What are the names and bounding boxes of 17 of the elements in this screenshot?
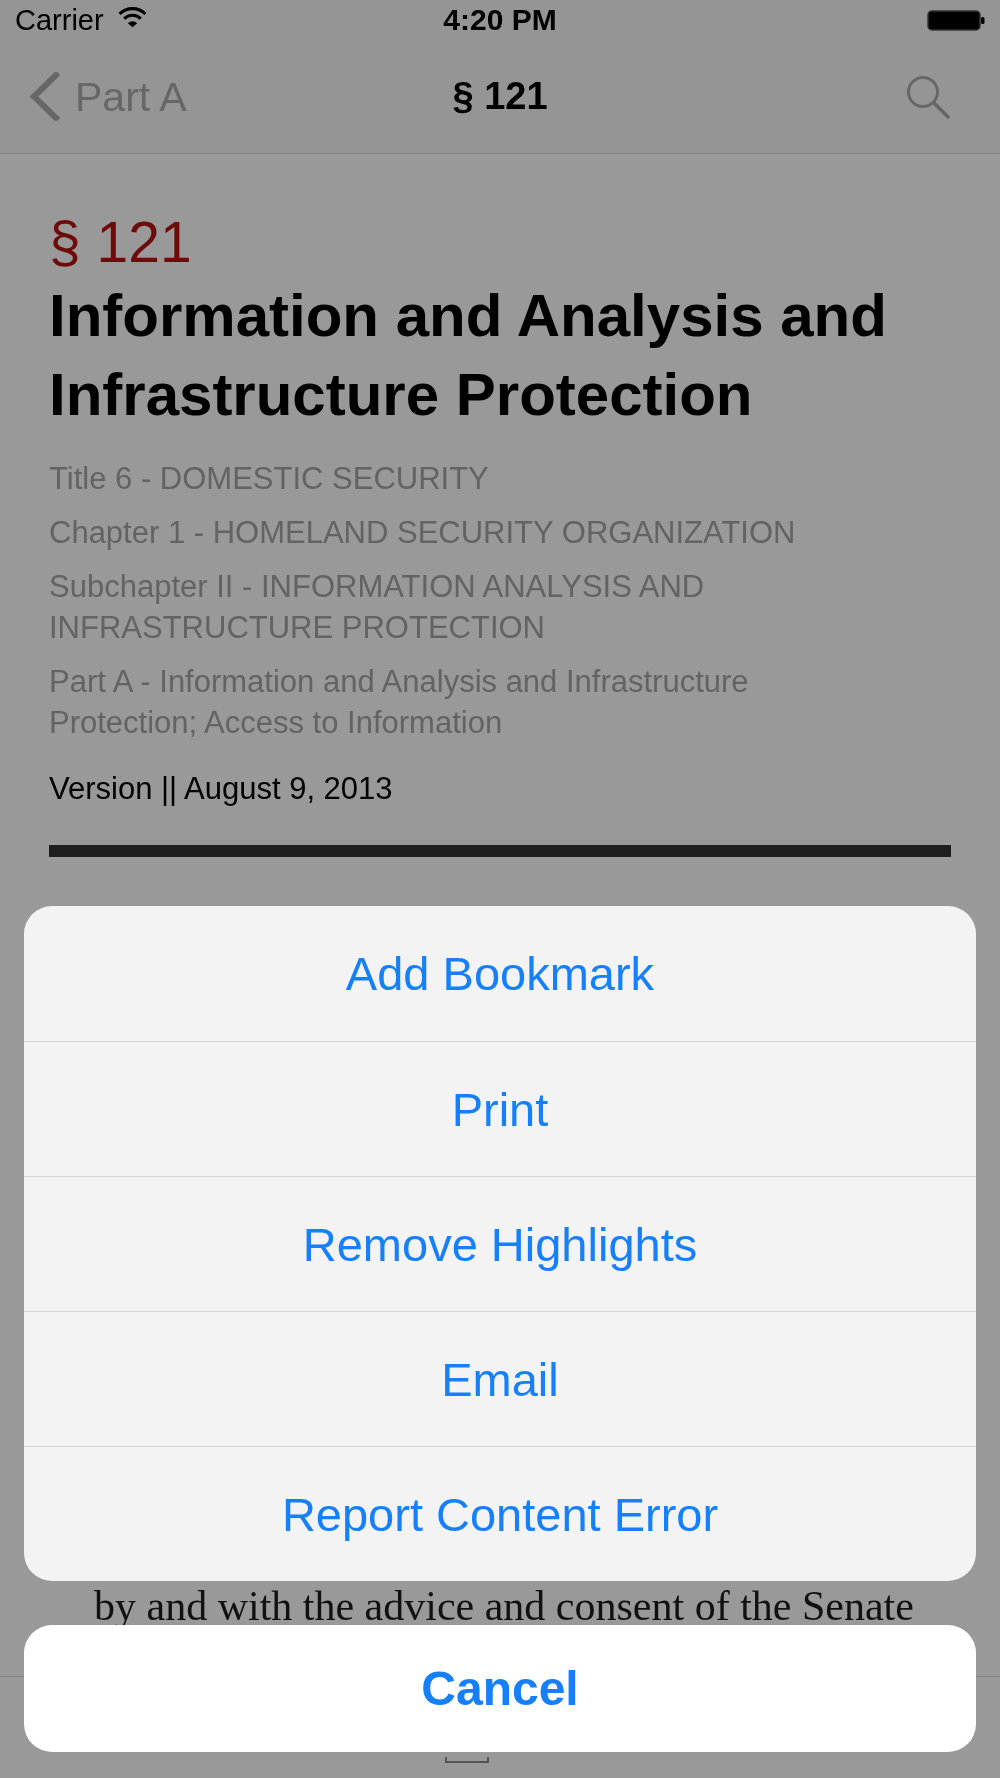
menu-item[interactable]: Add Bookmark — [24, 906, 976, 1041]
chevron-icon — [28, 72, 61, 121]
section-number: § 121 — [49, 210, 193, 274]
menu-item[interactable]: Print — [24, 1041, 976, 1176]
menu-item[interactable]: Email — [24, 1311, 976, 1446]
search-icon[interactable] — [906, 74, 950, 119]
menu-item[interactable]: Report Content Error — [24, 1446, 976, 1581]
section-heading: Information and Analysis and Infrastructure Protection — [49, 281, 888, 430]
carrier-label: Carrier — [15, 3, 104, 37]
wifi-icon — [117, 6, 147, 28]
version-date: Version || August 9, 2013 — [49, 770, 394, 808]
cancel-button[interactable]: Cancel — [24, 1625, 976, 1752]
nav-title: § 121 — [452, 74, 548, 119]
status-time: 4:20 PM — [443, 3, 557, 37]
tray-icon[interactable] — [445, 1757, 489, 1763]
battery-icon — [927, 9, 985, 31]
menu-item[interactable]: Remove Highlights — [24, 1176, 976, 1311]
